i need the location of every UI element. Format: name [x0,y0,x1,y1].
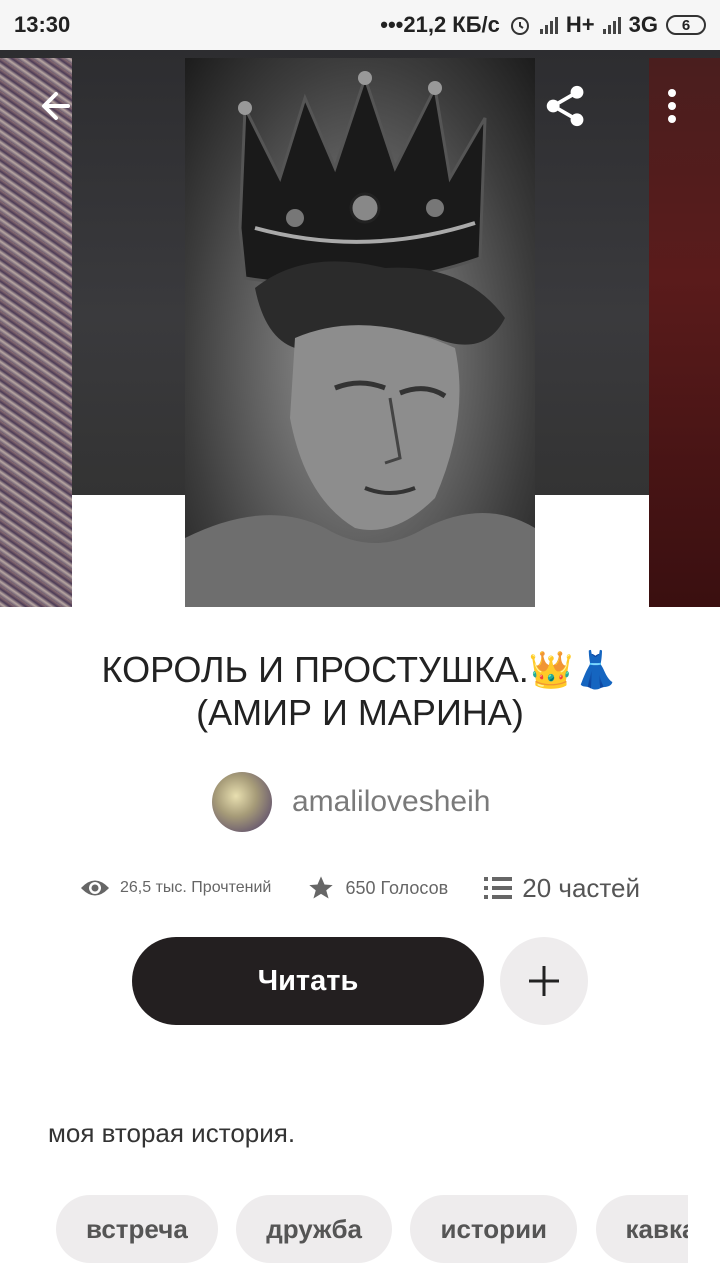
status-time: 13:30 [14,12,71,37]
read-button[interactable]: Читать [132,937,484,1025]
eye-icon [81,880,109,896]
network-type-2: 3G [628,12,658,37]
reads-stat: 26,5 тыс. Прочтений [80,877,271,899]
tag-list: встреча дружба истории кавказ [56,1195,688,1263]
status-bar: 13:30 •••21,2 КБ/с H+ 3G 6 [0,0,720,50]
story-stats: 26,5 тыс. Прочтений 650 Голосов 20 часте… [80,868,640,908]
author-name[interactable]: amalilovesheih [292,785,490,819]
tag-chip[interactable]: кавказ [595,1195,688,1263]
story-description: моя вторая история. [48,1118,296,1148]
arrow-left-icon [42,92,70,120]
star-icon [309,876,334,899]
back-button[interactable] [34,84,78,128]
parts-count[interactable]: 20 частей [522,873,640,904]
status-icons: •••21,2 КБ/с H+ 3G 6 [380,12,706,38]
parts-stat[interactable]: 20 частей [484,873,640,904]
next-story-cover[interactable] [649,58,720,607]
battery-icon: 6 [666,15,706,35]
tag-chip[interactable]: истории [410,1195,578,1263]
share-button[interactable] [544,84,588,128]
tag-chip[interactable]: дружба [236,1195,393,1263]
list-icon [484,877,513,899]
reads-count: 26,5 тыс. Прочтений [120,879,272,896]
network-type-1: H+ [565,12,595,37]
story-title: КОРОЛЬ И ПРОСТУШКА.👑👗 (АМИР И МАРИНА) [40,648,680,734]
votes-count: 650 Голосов [345,877,449,898]
more-vertical-icon [668,89,676,123]
author-link[interactable]: amalilovesheih [212,772,490,832]
add-to-library-button[interactable] [500,937,588,1025]
story-cover [185,58,535,607]
story-title-line-2: (АМИР И МАРИНА) [196,692,524,733]
author-avatar[interactable] [212,772,272,832]
share-icon [546,85,584,127]
signal-icon [539,16,558,34]
tag-chip[interactable]: встреча [56,1195,218,1263]
previous-story-cover[interactable] [0,58,72,607]
alarm-icon [510,17,529,35]
battery-level: 6 [681,16,691,34]
cover-illustration [185,71,535,607]
plus-icon [529,966,559,996]
more-options-button[interactable] [650,84,694,128]
network-speed: •••21,2 КБ/с [380,12,500,37]
read-button-label: Читать [257,964,359,997]
signal-icon-2 [602,16,621,34]
story-title-line-1: КОРОЛЬ И ПРОСТУШКА.👑👗 [101,649,619,690]
votes-stat: 650 Голосов [307,874,448,902]
